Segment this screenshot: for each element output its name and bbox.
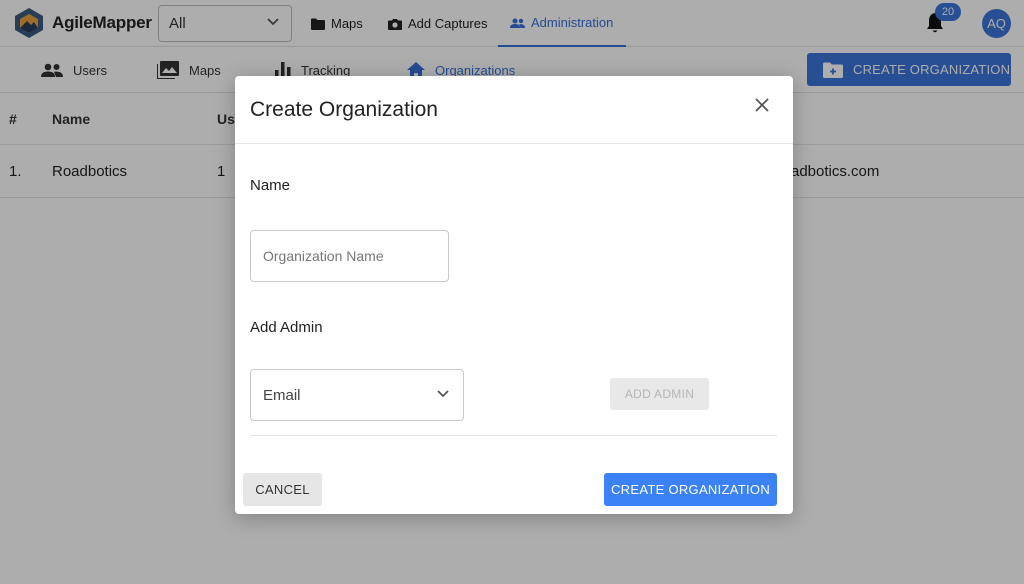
add-admin-button[interactable]: ADD ADMIN xyxy=(610,378,709,410)
create-organization-submit-button[interactable]: CREATE ORGANIZATION xyxy=(604,473,777,506)
admin-email-select[interactable]: Email xyxy=(250,369,464,421)
admin-email-select-value: Email xyxy=(263,386,301,404)
name-label: Name xyxy=(250,177,291,194)
create-organization-dialog: Create Organization Name Add Admin Email… xyxy=(235,76,793,514)
organization-name-input[interactable] xyxy=(250,230,449,282)
dialog-title: Create Organization xyxy=(250,98,438,121)
close-icon[interactable] xyxy=(753,96,771,114)
dialog-divider xyxy=(250,435,777,436)
add-admin-label: Add Admin xyxy=(250,319,323,336)
cancel-button[interactable]: CANCEL xyxy=(243,473,322,506)
dialog-header: Create Organization xyxy=(235,76,793,144)
chevron-down-icon xyxy=(437,390,449,398)
